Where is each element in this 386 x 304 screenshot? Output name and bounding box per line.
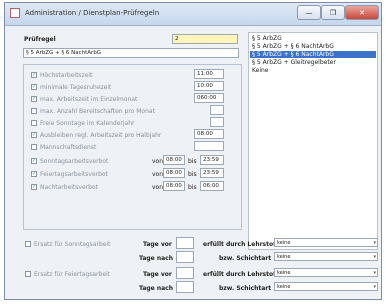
rule-value-field[interactable]: 11:00 <box>194 69 224 79</box>
chevron-down-icon: ▾ <box>373 270 376 276</box>
ersatz-sonntag-checkbox[interactable] <box>25 241 31 247</box>
tage-vor-field[interactable] <box>176 237 194 249</box>
rule-label: Mannschaftsdienst <box>40 144 97 151</box>
rule-label: Ausbleiben regl. Arbeitszeit pro Halbjah… <box>40 132 162 139</box>
rule-label: minimale Tagesruhezeit <box>40 84 112 91</box>
chevron-down-icon: ▾ <box>373 240 376 246</box>
list-item[interactable]: § 5 ArbZG + Gleitregelbeter <box>252 59 336 66</box>
tage-nach-label: Tage nach <box>139 255 173 262</box>
rule-value-field[interactable] <box>210 117 224 127</box>
rule-value-field[interactable]: 10:00 <box>194 81 224 91</box>
rule-checkbox[interactable] <box>31 108 37 114</box>
von-time-field[interactable]: 08:00 <box>163 155 185 165</box>
rule-checkbox[interactable] <box>31 96 37 102</box>
rules-panel: Höchstarbeitszeit 11:00 minimale Tagesru… <box>23 64 242 230</box>
pruefregel-number-field[interactable]: 2 <box>172 34 238 44</box>
rule-checkbox[interactable] <box>31 144 37 150</box>
chevron-down-icon: ▾ <box>373 254 376 260</box>
rule-label: Freie Sonntage im Kalenderjahr <box>40 120 135 127</box>
erfuellt-label: erfüllt durch Lehrstoff <box>203 271 278 278</box>
rule-checkbox[interactable] <box>31 72 37 78</box>
schichtart-label: bzw. Schichtart <box>219 255 272 262</box>
list-item[interactable]: § 5 ArbZG + § 6 NachtArbG <box>252 43 334 50</box>
rule-checkbox[interactable] <box>31 158 37 164</box>
bis-label: bis <box>188 158 197 165</box>
minimize-button[interactable]: — <box>297 5 321 20</box>
rule-checkbox[interactable] <box>31 132 37 138</box>
list-item[interactable]: § 5 ArbZG <box>252 35 282 42</box>
von-label: von <box>152 171 164 178</box>
bis-time-field[interactable]: 23:59 <box>200 168 224 178</box>
bis-time-field[interactable]: 06:00 <box>200 181 224 191</box>
rule-value-field[interactable] <box>210 105 224 115</box>
rule-label: Feiertagsarbeitsverbot <box>40 171 108 178</box>
title-bar[interactable]: Administration / Dienstplan-Prüfregeln —… <box>5 3 381 26</box>
bis-label: bis <box>188 184 197 191</box>
ersatz-feiertag-checkbox[interactable] <box>25 271 31 277</box>
close-button[interactable]: ✕ <box>345 5 379 20</box>
combo-value: keine <box>277 270 291 276</box>
chevron-down-icon: ▾ <box>373 284 376 290</box>
list-item[interactable]: Keine <box>252 67 269 74</box>
ersatz-feiertag-label: Ersatz für Feiertagsarbeit <box>34 271 111 278</box>
rule-label: max. Arbeitszeit im Einzelmonat <box>40 96 138 103</box>
rule-label: max. Anzahl Bereitschaften pro Monat <box>40 108 155 115</box>
lehrstoff-combo[interactable]: keine ▾ <box>274 268 378 277</box>
von-time-field[interactable]: 08:00 <box>163 181 185 191</box>
tage-vor-field[interactable] <box>176 267 194 279</box>
rule-checkbox[interactable] <box>31 184 37 190</box>
erfuellt-label: erfüllt durch Lehrstoff <box>203 241 278 248</box>
maximize-button[interactable]: ❐ <box>321 5 345 20</box>
combo-value: keine <box>277 254 291 260</box>
pruefregel-label: Prüfregel <box>24 36 56 43</box>
rule-label: Höchstarbeitszeit <box>40 72 93 79</box>
list-item-selected[interactable]: § 5 ArbZG + § 6 NachtArbG <box>250 51 376 58</box>
rule-checkbox[interactable] <box>31 120 37 126</box>
bis-label: bis <box>188 171 197 178</box>
app-icon <box>10 8 20 18</box>
rule-label: Nachtarbeitsverbot <box>40 184 98 191</box>
dialog-window: Administration / Dienstplan-Prüfregeln —… <box>4 2 382 300</box>
tage-nach-label: Tage nach <box>139 285 173 292</box>
rule-label: Sonntagsarbeitsverbot <box>40 158 109 165</box>
pruefregel-name-field[interactable]: § 5 ArbZG + § 6 NachtArbG <box>23 48 239 58</box>
rule-checkbox[interactable] <box>31 84 37 90</box>
rule-checkbox[interactable] <box>31 171 37 177</box>
schichtart-combo[interactable]: keine ▾ <box>274 282 378 291</box>
rule-value-field[interactable]: 060:00 <box>194 93 224 103</box>
rules-listbox[interactable]: § 5 ArbZG § 5 ArbZG + § 6 NachtArbG § 5 … <box>248 32 378 250</box>
ersatz-sonntag-label: Ersatz für Sonntagsarbeit <box>34 241 111 248</box>
tage-nach-field[interactable] <box>176 251 194 263</box>
von-time-field[interactable]: 08:00 <box>163 168 185 178</box>
tage-vor-label: Tage vor <box>143 241 172 248</box>
tage-vor-label: Tage vor <box>143 271 172 278</box>
schichtart-combo[interactable]: keine ▾ <box>274 252 378 261</box>
combo-value: keine <box>277 284 291 290</box>
von-label: von <box>152 158 164 165</box>
von-label: von <box>152 184 164 191</box>
lehrstoff-combo[interactable]: keine ▾ <box>274 238 378 247</box>
window-title: Administration / Dienstplan-Prüfregeln <box>25 9 160 17</box>
combo-value: keine <box>277 240 291 246</box>
tage-nach-field[interactable] <box>176 281 194 293</box>
schichtart-label: bzw. Schichtart <box>219 285 272 292</box>
rule-value-field[interactable] <box>194 141 224 151</box>
bis-time-field[interactable]: 23:59 <box>200 155 224 165</box>
rule-value-field[interactable]: 08:00 <box>194 129 224 139</box>
